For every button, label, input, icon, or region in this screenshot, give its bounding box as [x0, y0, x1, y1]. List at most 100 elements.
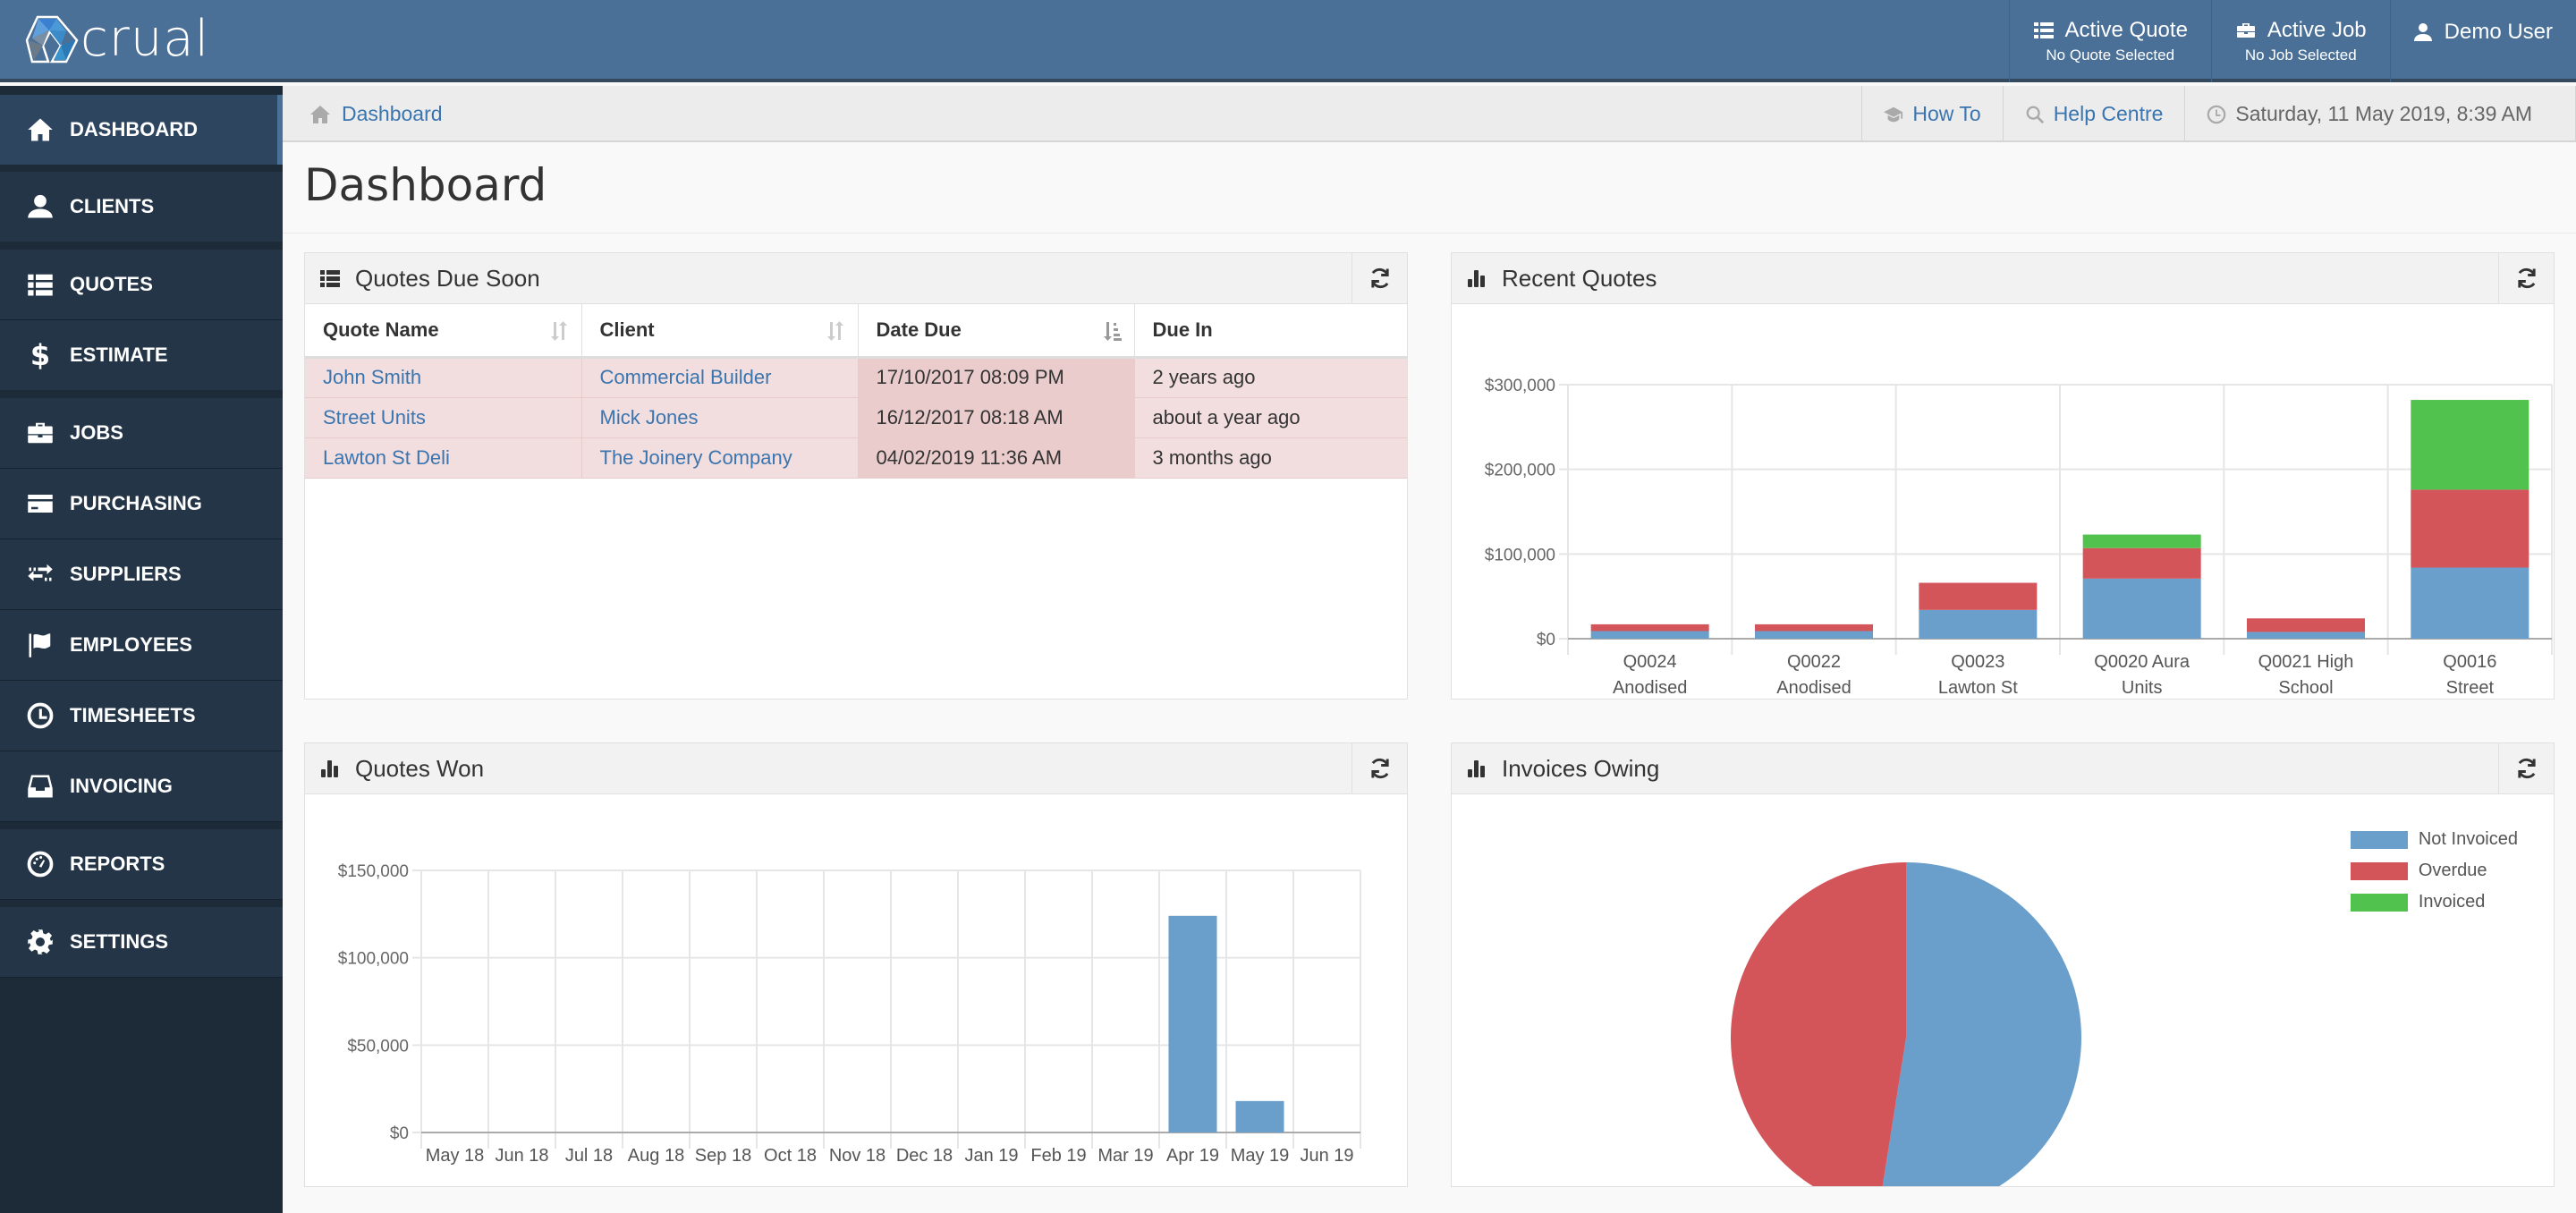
refresh-button[interactable]	[2498, 253, 2554, 303]
sidebar-item-dashboard[interactable]: DASHBOARD	[0, 95, 283, 165]
due-in-cell: 2 years ago	[1134, 357, 1407, 398]
y-tick-label: $100,000	[338, 950, 409, 969]
x-tick-label: May 19	[1231, 1146, 1290, 1166]
app-logo[interactable]: crual	[25, 13, 209, 66]
x-tick-label: Lawton St	[1938, 678, 2018, 698]
panel-title: Quotes Due Soon	[355, 264, 540, 292]
table-row: Street Units Mick Jones 16/12/2017 08:18…	[305, 397, 1407, 438]
x-tick-label: Q0022	[1787, 652, 1841, 672]
legend-label: Not Invoiced	[2418, 829, 2518, 849]
column-header-due-in[interactable]: Due In	[1134, 304, 1407, 359]
clock-icon	[27, 702, 54, 729]
sidebar-item-label: ESTIMATE	[70, 344, 168, 366]
x-tick-label: Q0021 High	[2258, 652, 2354, 672]
breadcrumb-home-link[interactable]: Dashboard	[309, 86, 443, 142]
sidebar-item-label: CLIENTS	[70, 195, 155, 217]
bar-segment-overdue	[2411, 489, 2529, 568]
panel-title: Recent Quotes	[1502, 264, 1657, 292]
credit-card-icon	[27, 490, 54, 517]
bar-segment-not-invoiced	[2082, 578, 2201, 639]
bar	[1235, 1100, 1284, 1132]
breadcrumb-bar: Dashboard How To Help Centre Saturday, 1…	[283, 86, 2576, 142]
bar-segment-overdue	[1919, 582, 2038, 610]
quote-link[interactable]: Lawton St Deli	[323, 446, 450, 469]
top-navbar: crual Active Quote No Quote Selected Act…	[0, 0, 2576, 82]
bar-chart-icon	[1466, 267, 1487, 289]
due-in-cell: 3 months ago	[1134, 437, 1407, 479]
sidebar-item-label: EMPLOYEES	[70, 633, 192, 656]
legend-item[interactable]: Invoiced	[2350, 886, 2518, 918]
x-tick-label: Oct 18	[764, 1146, 817, 1166]
graduation-cap-icon	[1884, 106, 1903, 122]
dollar-icon: $	[30, 338, 51, 372]
refresh-button[interactable]	[2498, 743, 2554, 793]
sidebar-item-reports[interactable]: REPORTS	[0, 829, 283, 899]
sidebar-item-settings[interactable]: SETTINGS	[0, 907, 283, 977]
user-menu-button[interactable]: Demo User	[2389, 0, 2576, 82]
pie-slice-not-invoiced	[1878, 862, 2081, 1213]
client-link[interactable]: Mick Jones	[600, 406, 699, 428]
sidebar-item-invoicing[interactable]: INVOICING	[0, 751, 283, 821]
active-job-button[interactable]: Active Job No Job Selected	[2210, 0, 2390, 82]
column-header-client[interactable]: Client	[581, 304, 859, 359]
refresh-button[interactable]	[1352, 253, 1407, 303]
pie-legend: Not Invoiced Overdue Invoiced	[2350, 824, 2518, 918]
recent-quotes-chart: $0 $100,000 $200,000 $300,000 Q0024 Anodised S…	[1485, 377, 2553, 724]
x-tick-label: Q0023	[1951, 652, 2004, 672]
sidebar-item-quotes[interactable]: QUOTES	[0, 250, 283, 319]
legend-item[interactable]: Overdue	[2350, 855, 2518, 886]
clock-icon	[2207, 105, 2226, 123]
how-to-link[interactable]: How To	[1861, 86, 2002, 142]
user-icon	[27, 193, 54, 220]
help-centre-link[interactable]: Help Centre	[2002, 86, 2185, 142]
dashboard-gauge-icon	[27, 851, 54, 878]
sidebar-item-clients[interactable]: CLIENTS	[0, 172, 283, 242]
refresh-icon	[1370, 267, 1389, 289]
list-icon	[27, 271, 54, 298]
x-tick-label: Anodised	[1776, 678, 1851, 698]
legend-label: Invoiced	[2418, 892, 2486, 912]
inbox-icon	[27, 773, 54, 800]
x-tick-label: Street	[2446, 678, 2495, 698]
sidebar-item-label: DASHBOARD	[70, 118, 198, 140]
bar	[1168, 915, 1217, 1132]
y-tick-label: $100,000	[1485, 546, 1555, 564]
sidebar-item-jobs[interactable]: JOBS	[0, 398, 283, 468]
date-due-cell: 16/12/2017 08:18 AM	[858, 397, 1135, 438]
list-icon	[319, 267, 341, 289]
quote-link[interactable]: Street Units	[323, 406, 426, 428]
sidebar-item-timesheets[interactable]: TIMESHEETS	[0, 681, 283, 751]
x-tick-label: Feb 19	[1030, 1146, 1086, 1166]
bar-segment-not-invoiced	[1590, 631, 1709, 639]
legend-swatch	[2350, 830, 2408, 849]
quotes-due-table: Quote Name Client Date Due Due In John S…	[305, 304, 1407, 479]
sidebar-item-label: SETTINGS	[70, 930, 169, 953]
sidebar-item-estimate[interactable]: $ ESTIMATE	[0, 320, 283, 390]
bar-segment-not-invoiced	[2247, 632, 2365, 639]
column-header-quote-name[interactable]: Quote Name	[305, 304, 582, 359]
sidebar-item-purchasing[interactable]: PURCHASING	[0, 469, 283, 539]
panel-title: Invoices Owing	[1502, 754, 1660, 782]
sidebar-item-employees[interactable]: EMPLOYEES	[0, 610, 283, 680]
client-link[interactable]: Commercial Builder	[600, 366, 772, 388]
date-due-cell: 04/02/2019 11:36 AM	[858, 437, 1135, 479]
current-datetime: Saturday, 11 May 2019, 8:39 AM	[2184, 86, 2576, 142]
legend-item[interactable]: Not Invoiced	[2350, 824, 2518, 855]
refresh-button[interactable]	[1352, 743, 1407, 793]
bar-segment-invoiced	[2411, 400, 2529, 490]
gear-icon	[27, 929, 54, 955]
x-tick-label: Apr 19	[1166, 1146, 1219, 1166]
y-tick-label: $0	[390, 1124, 409, 1143]
quote-link[interactable]: John Smith	[323, 366, 421, 388]
sidebar-item-suppliers[interactable]: SUPPLIERS	[0, 539, 283, 609]
refresh-icon	[2517, 267, 2536, 289]
sidebar-item-label: INVOICING	[70, 775, 173, 797]
bar-segment-not-invoiced	[1755, 631, 1873, 639]
x-tick-label: Q0016	[2443, 652, 2496, 672]
client-link[interactable]: The Joinery Company	[600, 446, 792, 469]
x-tick-label: Nov 18	[829, 1146, 886, 1166]
active-quote-button[interactable]: Active Quote No Quote Selected	[2008, 0, 2211, 82]
y-tick-label: $150,000	[338, 862, 409, 881]
column-header-date-due[interactable]: Date Due	[858, 304, 1135, 359]
bar-chart-icon	[1466, 758, 1487, 779]
